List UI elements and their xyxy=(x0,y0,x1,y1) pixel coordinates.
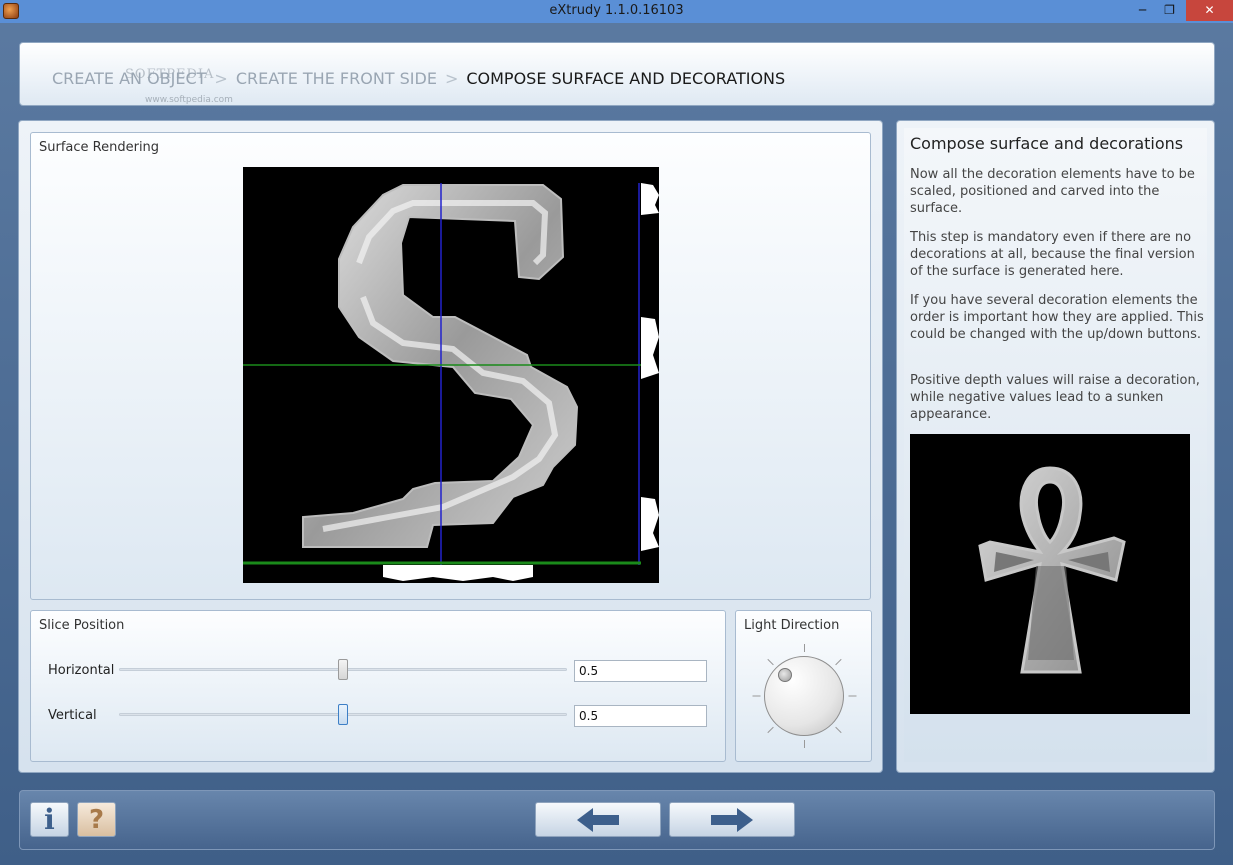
horizontal-slider-thumb[interactable] xyxy=(338,659,348,680)
info-content: Compose surface and decorations Now all … xyxy=(904,128,1207,762)
info-title: Compose surface and decorations xyxy=(910,134,1184,153)
surface-rendering-canvas[interactable] xyxy=(243,167,659,583)
info-paragraph: Now all the decoration elements have to … xyxy=(910,167,1195,216)
vertical-label: Vertical xyxy=(48,708,97,723)
horizontal-value-field[interactable] xyxy=(574,660,707,682)
info-panel: Compose surface and decorations Now all … xyxy=(896,120,1215,773)
breadcrumb-step-create-object[interactable]: CREATE AN OBJECT xyxy=(52,69,206,88)
window-title: eXtrudy 1.1.0.16103 xyxy=(549,3,684,18)
surface-rendering-group: Surface Rendering xyxy=(30,132,871,600)
light-direction-label: Light Direction xyxy=(744,618,840,633)
breadcrumb-separator: > xyxy=(214,69,228,88)
breadcrumb-panel: SOFTPEDIA www.softpedia.com CREATE AN OB… xyxy=(19,42,1215,106)
maximize-button[interactable]: ❐ xyxy=(1156,0,1183,21)
breadcrumb-separator: > xyxy=(444,69,459,88)
vertical-value-field[interactable] xyxy=(574,705,707,727)
info-icon: i xyxy=(44,803,55,836)
light-knob[interactable] xyxy=(764,656,844,736)
light-direction-group: Light Direction xyxy=(735,610,872,762)
breadcrumb-step-front-side[interactable]: CREATE THE FRONT SIDE xyxy=(236,69,437,88)
watermark-url: www.softpedia.com xyxy=(145,95,233,105)
ankh-icon xyxy=(910,434,1190,714)
back-button[interactable] xyxy=(535,802,661,837)
info-paragraph: This step is mandatory even if there are… xyxy=(910,230,1195,279)
slice-position-group: Slice Position Horizontal Vertical xyxy=(30,610,726,762)
minimize-button[interactable]: ─ xyxy=(1129,0,1156,21)
breadcrumb-step-compose-surface: COMPOSE SURFACE AND DECORATIONS xyxy=(466,69,786,88)
breadcrumb: CREATE AN OBJECT > CREATE THE FRONT SIDE > C… xyxy=(52,69,785,88)
horizontal-label: Horizontal xyxy=(48,663,115,678)
vertical-slider-thumb[interactable] xyxy=(338,704,348,725)
info-paragraph: Positive depth values will raise a decor… xyxy=(910,373,1200,422)
light-position-dot[interactable] xyxy=(778,668,792,682)
info-button[interactable]: i xyxy=(30,802,69,837)
title-bar: eXtrudy 1.1.0.16103 ─ ❐ ✕ xyxy=(0,0,1233,23)
info-paragraph: If you have several decoration elements … xyxy=(910,293,1204,342)
arrow-right-icon xyxy=(670,803,794,836)
s-letter-shape xyxy=(302,184,579,548)
close-button[interactable]: ✕ xyxy=(1186,0,1233,21)
help-button[interactable]: ? xyxy=(77,802,116,837)
slice-position-label: Slice Position xyxy=(39,618,125,633)
help-icon: ? xyxy=(88,804,105,835)
surface-rendering-label: Surface Rendering xyxy=(39,140,160,155)
arrow-left-icon xyxy=(536,803,660,836)
next-button[interactable] xyxy=(669,802,795,837)
light-direction-dial[interactable] xyxy=(752,644,857,749)
surface-preview xyxy=(243,183,659,581)
bottom-toolbar: i ? xyxy=(19,790,1215,850)
main-panel: Surface Rendering Slice Position Horizon… xyxy=(18,120,883,773)
